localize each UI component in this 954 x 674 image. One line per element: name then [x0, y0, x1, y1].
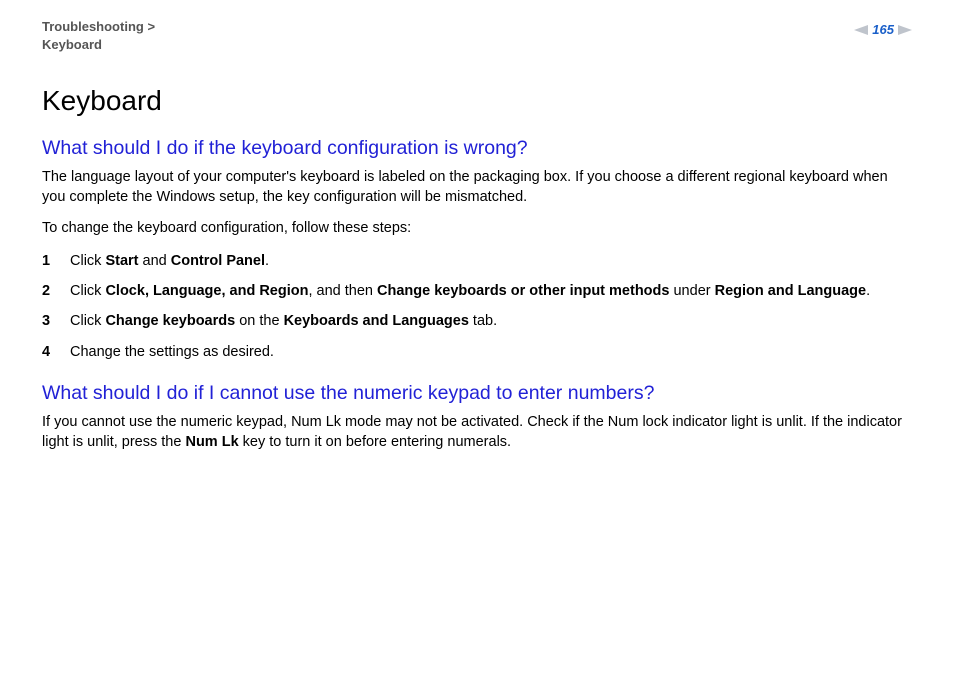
step-bold: Change keyboards: [105, 313, 235, 329]
page-number: 165: [872, 22, 894, 37]
breadcrumb-separator: >: [144, 19, 155, 34]
page-title: Keyboard: [42, 85, 912, 117]
breadcrumb-section: Troubleshooting: [42, 19, 144, 34]
step-bold: Clock, Language, and Region: [105, 283, 308, 299]
step-text: under: [669, 283, 714, 299]
step-text: Click: [70, 253, 105, 269]
step-text: .: [866, 283, 870, 299]
next-page-arrow-icon[interactable]: [898, 25, 912, 35]
breadcrumb-page: Keyboard: [42, 37, 102, 52]
step-text: .: [265, 253, 269, 269]
page-content: Keyboard What should I do if the keyboar…: [42, 85, 912, 452]
step-bold: Region and Language: [715, 283, 866, 299]
step-text: Click: [70, 283, 105, 299]
step-item: Click Start and Control Panel.: [42, 251, 912, 271]
step-text: and: [139, 253, 171, 269]
step-item: Change the settings as desired.: [42, 342, 912, 362]
step-text: Change the settings as desired.: [70, 344, 274, 360]
step-bold: Change keyboards or other input methods: [377, 283, 669, 299]
breadcrumb: Troubleshooting > Keyboard: [42, 18, 155, 53]
body-paragraph: The language layout of your computer's k…: [42, 168, 912, 207]
step-bold: Keyboards and Languages: [284, 313, 469, 329]
step-item: Click Clock, Language, and Region, and t…: [42, 281, 912, 301]
step-text: tab.: [469, 313, 497, 329]
page-number-nav: 165: [854, 18, 912, 37]
step-text: Click: [70, 313, 105, 329]
step-text: , and then: [308, 283, 377, 299]
step-text: on the: [235, 313, 283, 329]
page-header: Troubleshooting > Keyboard 165: [42, 18, 912, 53]
prev-page-arrow-icon[interactable]: [854, 25, 868, 35]
step-bold: Control Panel: [171, 253, 265, 269]
body-paragraph: If you cannot use the numeric keypad, Nu…: [42, 413, 912, 452]
paragraph-bold: Num Lk: [185, 434, 238, 450]
section-heading: What should I do if the keyboard configu…: [42, 137, 912, 160]
step-item: Click Change keyboards on the Keyboards …: [42, 311, 912, 331]
body-paragraph: To change the keyboard configuration, fo…: [42, 219, 912, 239]
step-bold: Start: [105, 253, 138, 269]
paragraph-text: key to turn it on before entering numera…: [239, 434, 511, 450]
section-heading: What should I do if I cannot use the num…: [42, 382, 912, 405]
steps-list: Click Start and Control Panel. Click Clo…: [42, 251, 912, 362]
